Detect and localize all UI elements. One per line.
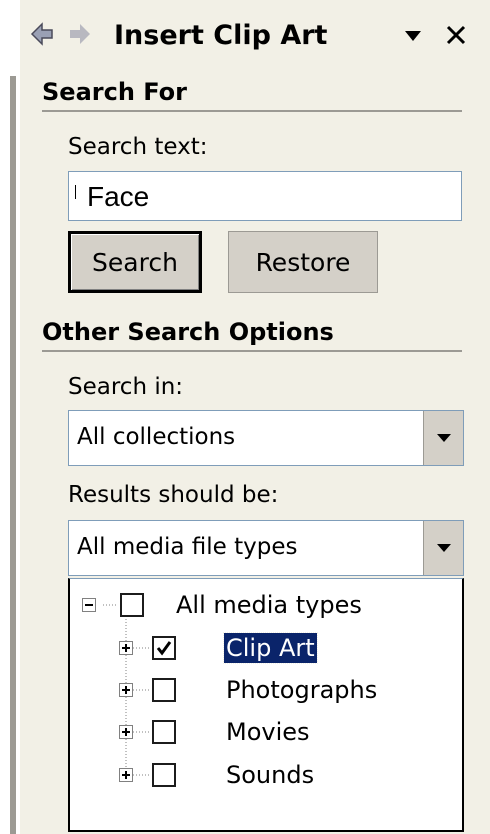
task-pane-titlebar: Insert Clip Art (20, 10, 490, 62)
tree-item-movies[interactable]: Movies (224, 717, 312, 747)
all-media-types-checkbox[interactable] (120, 593, 144, 617)
search-in-value: All collections (77, 424, 236, 450)
tree-item-sounds[interactable]: Sounds (224, 760, 316, 790)
task-pane: Insert Clip Art Search For Search text: … (20, 0, 490, 834)
media-types-tree[interactable]: All media types Clip Art Photographs Mov… (68, 578, 464, 832)
checkmark-icon (156, 641, 172, 656)
expand-toggle-icon[interactable] (119, 725, 133, 739)
expand-toggle-icon[interactable] (119, 641, 133, 655)
text-cursor (75, 185, 76, 199)
window-left-border (10, 76, 16, 834)
search-for-heading: Search For (42, 78, 188, 106)
results-type-dropdown[interactable]: All media file types (68, 520, 464, 576)
section-divider (42, 110, 462, 112)
movies-checkbox[interactable] (152, 720, 176, 744)
chevron-down-icon (437, 544, 451, 552)
collapse-toggle-icon[interactable] (82, 598, 96, 612)
other-search-options-heading: Other Search Options (42, 318, 334, 346)
task-pane-title: Insert Clip Art (114, 20, 328, 51)
tree-root-label[interactable]: All media types (174, 590, 364, 620)
search-button[interactable]: Search (68, 231, 202, 293)
tree-item-photographs[interactable]: Photographs (224, 675, 379, 705)
dropdown-button[interactable] (423, 411, 463, 465)
section-divider (42, 350, 462, 352)
tree-item-clip-art[interactable]: Clip Art (223, 632, 318, 664)
chevron-down-icon (437, 434, 451, 442)
search-text-label: Search text: (68, 134, 208, 160)
back-arrow-icon[interactable] (30, 21, 56, 47)
search-in-dropdown[interactable]: All collections (68, 410, 464, 466)
sounds-checkbox[interactable] (152, 763, 176, 787)
search-text-input[interactable] (68, 171, 462, 221)
dropdown-button[interactable] (423, 521, 463, 575)
expand-toggle-icon[interactable] (119, 683, 133, 697)
clip-art-checkbox[interactable] (152, 636, 176, 660)
dropdown-triangle-icon[interactable] (404, 28, 422, 42)
results-type-value: All media file types (77, 534, 298, 560)
photographs-checkbox[interactable] (152, 678, 176, 702)
close-icon[interactable] (444, 23, 468, 47)
search-in-label: Search in: (68, 374, 184, 400)
restore-button[interactable]: Restore (228, 231, 378, 293)
forward-arrow-icon[interactable] (66, 21, 92, 47)
results-should-be-label: Results should be: (68, 482, 279, 508)
expand-toggle-icon[interactable] (119, 768, 133, 782)
